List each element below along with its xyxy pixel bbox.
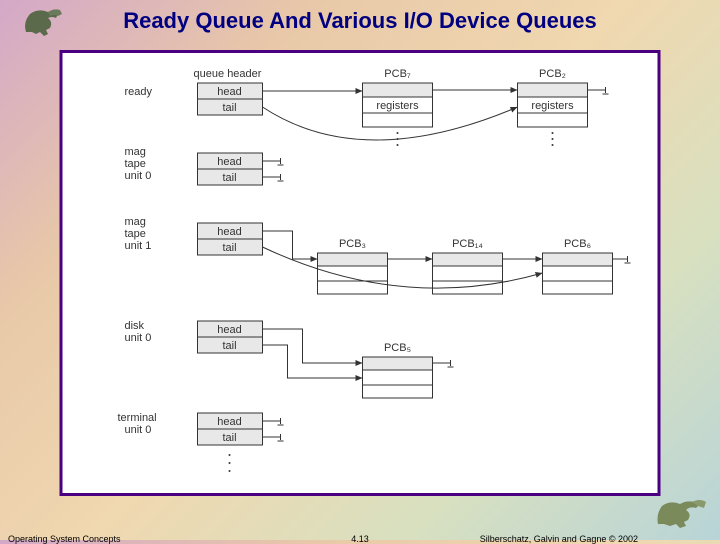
q-mag1-l2: tape: [125, 228, 146, 240]
footer-right: Silberschatz, Galvin and Gagne © 2002: [480, 534, 638, 544]
q-mag1-head: head: [217, 226, 241, 238]
q-disk0-head: head: [217, 324, 241, 336]
q-mag1-l3: unit 1: [125, 240, 152, 252]
q-term0-head: head: [217, 416, 241, 428]
pcb2-reg: registers: [531, 100, 574, 112]
q-disk0-l1: disk: [125, 320, 145, 332]
pcb6-label: PCB₆: [564, 238, 591, 250]
q-mag0-l3: unit 0: [125, 170, 152, 182]
pcb7-label: PCB₇: [384, 68, 411, 80]
pcb2-label: PCB₂: [539, 68, 566, 80]
q-term0-l1: terminal: [118, 412, 157, 424]
col-header: queue header: [194, 68, 262, 80]
pcb7-reg: registers: [376, 100, 419, 112]
pcb3-label: PCB₃: [339, 238, 366, 250]
slide-title: Ready Queue And Various I/O Device Queue…: [0, 8, 720, 34]
q-term0-l2: unit 0: [125, 424, 152, 436]
pcb5-label: PCB₅: [384, 342, 411, 354]
footer-center: 4.13: [351, 534, 369, 544]
q-mag1-l1: mag: [125, 216, 146, 228]
q-mag0-head: head: [217, 156, 241, 168]
queue-diagram: queue header ready head tail mag tape un…: [60, 50, 661, 496]
footer-left: Operating System Concepts: [8, 534, 121, 544]
q-mag0-l1: mag: [125, 146, 146, 158]
pcb14-label: PCB₁₄: [452, 238, 483, 250]
q-mag1-tail: tail: [222, 242, 236, 254]
dino-left-icon: [18, 2, 73, 40]
q-ready-head: head: [217, 86, 241, 98]
q-mag0-tail: tail: [222, 172, 236, 184]
q-disk0-l2: unit 0: [125, 332, 152, 344]
dino-right-icon: [652, 492, 712, 532]
q-disk0-tail: tail: [222, 340, 236, 352]
q-mag0-l2: tape: [125, 158, 146, 170]
q-ready-label: ready: [125, 86, 153, 98]
q-term0-tail: tail: [222, 432, 236, 444]
q-ready-tail: tail: [222, 102, 236, 114]
